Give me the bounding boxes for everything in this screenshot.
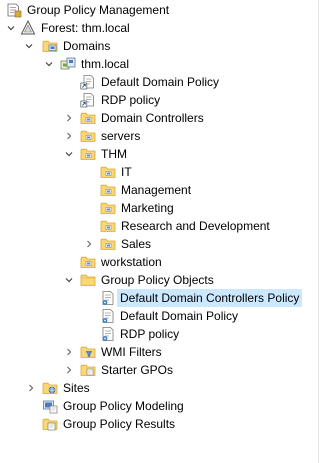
tree-node-gpo-default-domain-controllers-policy[interactable]: Default Domain Controllers Policy: [0, 289, 318, 307]
sites-icon: [42, 380, 58, 396]
tree-node-sales[interactable]: Sales: [0, 235, 318, 253]
gpo-link-icon: [80, 92, 96, 108]
tree-node-starter-gpos[interactable]: Starter GPOs: [0, 361, 318, 379]
gpo-icon: [100, 326, 116, 342]
ou-folder-icon: [100, 236, 116, 252]
tree-node-label: Sites: [63, 381, 90, 395]
tree-node-label: IT: [121, 165, 132, 179]
tree-node-gpo-rdp-policy[interactable]: RDP policy: [0, 325, 318, 343]
tree-node-it[interactable]: IT: [0, 163, 318, 181]
ou-folder-icon: [80, 110, 96, 126]
tree-node-label: Group Policy Results: [63, 417, 176, 431]
tree-node-label: Group Policy Management: [27, 3, 170, 17]
domains-icon: [42, 38, 58, 54]
starter-gpo-folder-icon: [80, 362, 96, 378]
tree-node-label: thm.local: [81, 57, 130, 71]
ou-folder-icon: [80, 146, 96, 162]
tree-node-label: WMI Filters: [101, 345, 162, 359]
tree-node-label: Group Policy Objects: [101, 273, 214, 287]
tree-node-label: Forest: thm.local: [41, 21, 130, 35]
tree-node-label: servers: [101, 129, 141, 143]
wmi-folder-icon: [80, 344, 96, 360]
chevron-down-icon[interactable]: [6, 23, 16, 33]
gpm-tree-pane: Group Policy Management Forest: thm.loca…: [0, 0, 319, 463]
tree-node-wmi-filters[interactable]: WMI Filters: [0, 343, 318, 361]
tree-node-label: Group Policy Modeling: [63, 399, 184, 413]
tree-node-domain-controllers[interactable]: Domain Controllers: [0, 109, 318, 127]
tree-node-research-and-development[interactable]: Research and Development: [0, 217, 318, 235]
gp-results-icon: [42, 416, 58, 432]
tree-node-management[interactable]: Management: [0, 181, 318, 199]
tree-node-label: Marketing: [121, 201, 174, 215]
tree-node-marketing[interactable]: Marketing: [0, 199, 318, 217]
tree-node-label: RDP policy: [120, 327, 180, 341]
gpo-icon: [100, 308, 116, 324]
chevron-right-icon[interactable]: [64, 347, 74, 357]
gpm-console-icon: [6, 2, 22, 18]
chevron-down-icon[interactable]: [64, 275, 74, 285]
tree-node-forest[interactable]: Forest: thm.local: [0, 19, 318, 37]
gpo-icon: [100, 290, 116, 306]
tree-node-label: Default Domain Policy: [101, 75, 220, 89]
chevron-right-icon[interactable]: [64, 113, 74, 123]
tree-node-label: workstation: [101, 255, 162, 269]
tree-node-group-policy-modeling[interactable]: Group Policy Modeling: [0, 397, 318, 415]
ou-folder-icon: [100, 200, 116, 216]
chevron-right-icon[interactable]: [84, 239, 94, 249]
gpo-link-icon: [80, 74, 96, 90]
tree-node-label: Domain Controllers: [101, 111, 204, 125]
chevron-down-icon[interactable]: [44, 59, 54, 69]
chevron-down-icon[interactable]: [64, 149, 74, 159]
gp-modeling-icon: [42, 398, 58, 414]
ou-folder-icon: [100, 164, 116, 180]
ou-folder-icon: [100, 182, 116, 198]
tree-node-label: Default Domain Controllers Policy: [117, 289, 303, 307]
tree-node-workstation[interactable]: workstation: [0, 253, 318, 271]
tree-node-sites[interactable]: Sites: [0, 379, 318, 397]
tree-node-default-domain-policy-link[interactable]: Default Domain Policy: [0, 73, 318, 91]
tree-node-label: Research and Development: [121, 219, 270, 233]
ou-folder-icon: [80, 254, 96, 270]
tree-node-label: THM: [101, 147, 127, 161]
gpo-folder-icon: [80, 272, 96, 288]
ou-folder-icon: [100, 218, 116, 234]
forest-icon: [20, 20, 36, 36]
domain-icon: [60, 56, 76, 72]
tree-node-group-policy-objects[interactable]: Group Policy Objects: [0, 271, 318, 289]
tree-node-gpo-default-domain-policy[interactable]: Default Domain Policy: [0, 307, 318, 325]
tree-node-label: RDP policy: [101, 93, 161, 107]
chevron-right-icon[interactable]: [64, 131, 74, 141]
tree-node-servers[interactable]: servers: [0, 127, 318, 145]
tree-node-rdp-policy-link[interactable]: RDP policy: [0, 91, 318, 109]
tree-node-group-policy-results[interactable]: Group Policy Results: [0, 415, 318, 433]
chevron-down-icon[interactable]: [24, 41, 34, 51]
tree-node-domains[interactable]: Domains: [0, 37, 318, 55]
tree-node-label: Management: [121, 183, 192, 197]
tree-node-thm[interactable]: THM: [0, 145, 318, 163]
tree-node-label: Default Domain Policy: [120, 309, 239, 323]
chevron-right-icon[interactable]: [64, 365, 74, 375]
tree-node-label: Domains: [63, 39, 111, 53]
tree-node-label: Sales: [121, 237, 152, 251]
tree-node-label: Starter GPOs: [101, 363, 174, 377]
tree-node-gpm-root[interactable]: Group Policy Management: [0, 1, 318, 19]
ou-folder-icon: [80, 128, 96, 144]
tree-node-domain-thm-local[interactable]: thm.local: [0, 55, 318, 73]
chevron-right-icon[interactable]: [26, 383, 36, 393]
